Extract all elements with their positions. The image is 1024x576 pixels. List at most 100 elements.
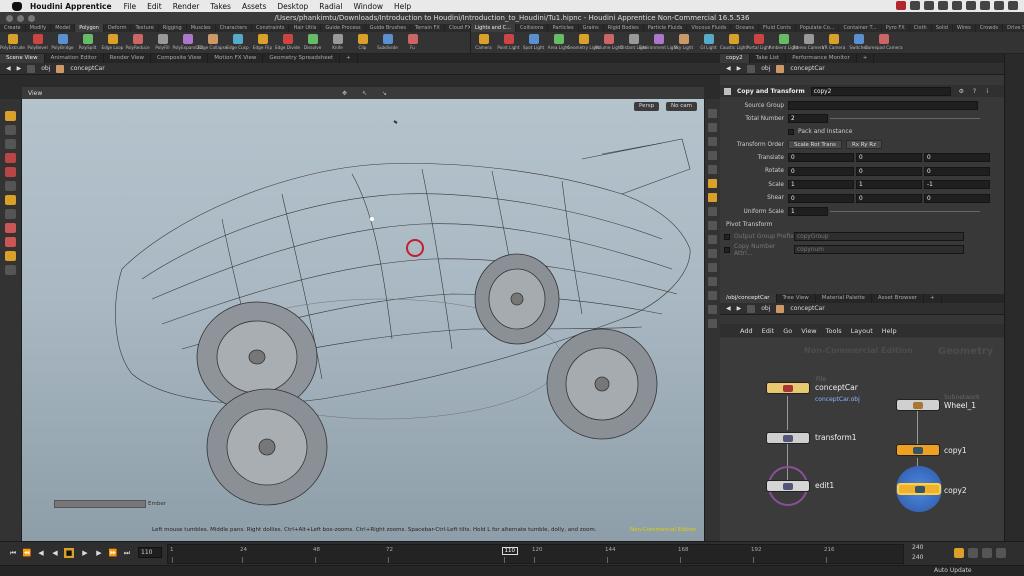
close-window-icon[interactable]	[6, 15, 13, 22]
shelf-tool-button[interactable]: Knife	[325, 32, 350, 54]
path-conceptcar[interactable]: conceptCar	[790, 65, 824, 72]
gear-icon[interactable]: ⚙	[959, 88, 964, 95]
back-arrow-icon[interactable]: ◀	[726, 65, 731, 72]
transform-node[interactable]	[766, 432, 810, 444]
forward-arrow-icon[interactable]: ▶	[737, 305, 742, 312]
app-menu-title[interactable]: Houdini Apprentice	[30, 2, 112, 11]
menu-list-icon[interactable]	[1008, 1, 1018, 10]
rotation-order-menu[interactable]: Rx Ry Rz	[845, 140, 882, 149]
arrow-tool-icon[interactable]	[5, 125, 16, 135]
measure-tool-icon[interactable]	[5, 265, 16, 275]
shelf-tool-button[interactable]: Stereo Camera	[793, 32, 824, 54]
zoom-window-icon[interactable]	[28, 15, 35, 22]
battery-icon[interactable]	[980, 1, 990, 10]
tab-take-list[interactable]: Take List	[750, 54, 787, 63]
shelf-tab[interactable]: Drive Simul...	[1003, 24, 1024, 32]
shelf-tool-button[interactable]: Subdivide	[375, 32, 400, 54]
display-option-icon[interactable]	[708, 235, 717, 244]
magnet-tool-icon[interactable]	[5, 223, 16, 233]
menu-assets[interactable]: Assets	[242, 2, 266, 11]
menu-render[interactable]: Render	[173, 2, 200, 11]
tab-scene-view[interactable]: Scene View	[0, 54, 45, 63]
viewport-slider[interactable]	[54, 500, 146, 508]
shelf-tool-button[interactable]: PolyBridge	[50, 32, 75, 54]
vector-param-field[interactable]: 1	[856, 180, 922, 189]
net-menu-help[interactable]: Help	[882, 327, 897, 335]
jump-start-button[interactable]: ⏮	[8, 548, 18, 558]
file-node[interactable]	[766, 382, 810, 394]
shelf-tab[interactable]: Muscles	[187, 24, 216, 32]
display-option-icon[interactable]	[708, 305, 717, 314]
net-menu-edit[interactable]: Edit	[762, 327, 775, 335]
menu-help[interactable]: Help	[394, 2, 411, 11]
wheel-node-label[interactable]: Wheel_1	[944, 401, 976, 410]
shelf-tab[interactable]: Cloth	[910, 24, 932, 32]
shelf-tool-button[interactable]: PolyBevel	[25, 32, 50, 54]
settings-icon[interactable]	[996, 548, 1006, 558]
shelf-tool-button[interactable]: PolySplit	[75, 32, 100, 54]
path-obj[interactable]: obj	[761, 65, 770, 72]
tab-composite-view[interactable]: Composite View	[151, 54, 209, 63]
step-forward-button[interactable]: ▶	[94, 548, 104, 558]
shelf-tool-button[interactable]: Dissolve	[300, 32, 325, 54]
path-obj[interactable]: obj	[761, 305, 770, 312]
display-option-icon[interactable]	[708, 137, 717, 146]
display-option-icon[interactable]	[708, 109, 717, 118]
shelf-tool-button[interactable]: Volume Light	[595, 32, 622, 54]
vector-param-field[interactable]: 0	[924, 153, 990, 162]
shelf-tab[interactable]: Deform	[104, 24, 132, 32]
play-button[interactable]: ▶	[80, 548, 90, 558]
vector-param-field[interactable]: 0	[856, 193, 922, 203]
tray-icon[interactable]	[910, 1, 920, 10]
transform-order-menu[interactable]: Scale Rot Trans	[788, 140, 842, 149]
tab-asset-browser[interactable]: Asset Browser	[872, 294, 924, 303]
add-tab-button[interactable]: +	[340, 54, 358, 63]
search-icon[interactable]	[994, 1, 1004, 10]
shelf-tab[interactable]: Create	[0, 24, 26, 32]
network-canvas[interactable]: Non-Commercial Edition Geometry File con…	[720, 338, 1004, 541]
tray-icon[interactable]	[924, 1, 934, 10]
uniform-scale-field[interactable]: 1	[788, 207, 828, 216]
shelf-tab[interactable]: Rigging	[159, 24, 187, 32]
shelf-tab[interactable]: Modify	[26, 24, 52, 32]
shelf-tab[interactable]: Wires	[953, 24, 976, 32]
shading-icon[interactable]	[708, 193, 717, 202]
net-menu-add[interactable]: Add	[740, 327, 753, 335]
vector-param-field[interactable]: 0	[924, 166, 990, 176]
handle-icon[interactable]: ↘	[382, 90, 387, 97]
info-icon[interactable]: i	[986, 88, 988, 95]
display-option-icon[interactable]	[708, 221, 717, 230]
apple-icon[interactable]	[12, 1, 22, 11]
vector-param-field[interactable]: 0	[856, 153, 922, 162]
shelf-tool-button[interactable]: Distant Light	[620, 32, 647, 54]
tab-tree-view[interactable]: Tree View	[777, 294, 816, 303]
shelf-tab[interactable]: Fluid Conts	[759, 24, 796, 32]
vector-param-field[interactable]: -1	[924, 180, 990, 189]
shelf-tool-button[interactable]: Switcher	[846, 32, 871, 54]
copy2-node-label[interactable]: copy2	[944, 486, 967, 495]
transform-node-label[interactable]: transform1	[815, 433, 857, 442]
add-tab-button[interactable]: +	[924, 294, 942, 303]
play-reverse-button[interactable]: ◀	[50, 548, 60, 558]
shelf-tab[interactable]: Characters	[216, 24, 252, 32]
tab-material-palette[interactable]: Material Palette	[816, 294, 872, 303]
shelf-tool-button[interactable]: Fu	[400, 32, 425, 54]
add-tab-button[interactable]: +	[857, 54, 875, 63]
shelf-tool-button[interactable]: PolyExtrude	[0, 32, 25, 54]
shelf-tool-button[interactable]: GI Light	[696, 32, 721, 54]
path-conceptcar[interactable]: conceptCar	[790, 305, 824, 312]
output-group-checkbox[interactable]	[724, 233, 730, 240]
vector-param-field[interactable]: 0	[788, 193, 854, 203]
key-icon[interactable]	[968, 548, 978, 558]
display-option-icon[interactable]	[708, 319, 717, 328]
menu-file[interactable]: File	[124, 2, 137, 11]
tab-performance-monitor[interactable]: Performance Monitor	[786, 54, 857, 63]
translate-tool-icon[interactable]	[5, 139, 16, 149]
shelf-tab[interactable]: Solid	[932, 24, 953, 32]
total-number-field[interactable]: 2	[788, 114, 828, 123]
total-number-slider[interactable]	[830, 118, 980, 119]
shelf-tool-button[interactable]: Edge Collapse	[198, 32, 227, 54]
shelf-tool-button[interactable]: Edge Cusp	[225, 32, 250, 54]
net-menu-tools[interactable]: Tools	[826, 327, 842, 335]
handle-tool-icon[interactable]	[5, 195, 16, 205]
